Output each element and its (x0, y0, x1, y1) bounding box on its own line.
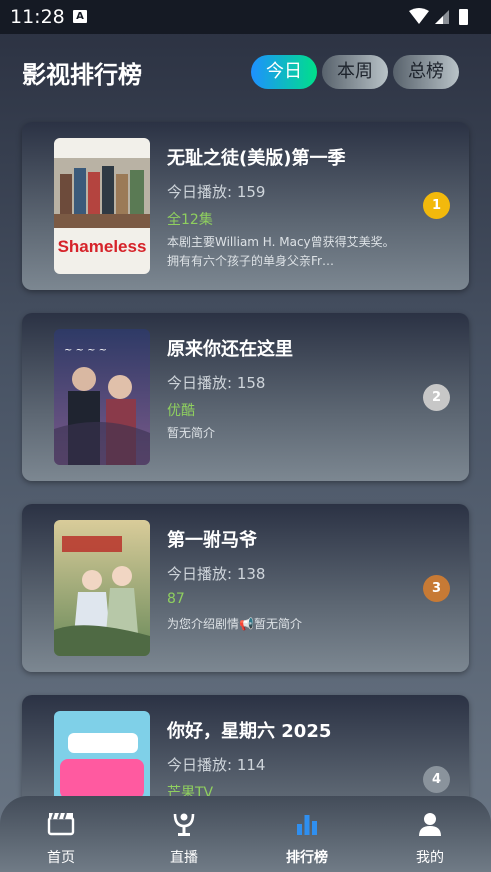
poster-image: ~ ~ ~ ~ (54, 329, 150, 465)
tab-all-time[interactable]: 总榜 (393, 55, 459, 89)
play-count-value: 159 (236, 183, 266, 201)
show-title: 你好，星期六 2025 (167, 721, 332, 742)
notification-icon: A (73, 10, 87, 23)
status-time: 11:28 (10, 6, 65, 28)
show-title: 原来你还在这里 (167, 339, 293, 360)
ranking-card[interactable]: Shameless 无耻之徒(美版)第一季 今日播放: 159 全12集 本剧主… (22, 122, 469, 290)
nav-live[interactable]: 直播 (124, 796, 244, 872)
show-description: 本剧主要William H. Macy曾获得艾美奖。 拥有有六个孩子的单身父亲F… (167, 235, 395, 268)
rank-badge: 3 (423, 575, 450, 602)
nav-label: 我的 (416, 850, 444, 866)
show-title: 无耻之徒(美版)第一季 (167, 148, 346, 169)
play-count: 今日播放: 158 (167, 372, 265, 393)
nav-label: 排行榜 (286, 850, 328, 866)
status-icons (407, 7, 483, 31)
ranking-card[interactable]: 第一驸马爷 今日播放: 138 87 为您介绍剧情📢暂无简介 3 (22, 504, 469, 672)
bar-chart-icon (297, 815, 317, 835)
nav-home[interactable]: 首页 (1, 796, 121, 872)
show-source: 87 (167, 591, 185, 607)
play-count-label: 今日播放: (167, 374, 237, 392)
show-source: 优酷 (167, 403, 195, 419)
nav-rankings[interactable]: 排行榜 (247, 796, 367, 872)
show-description: 暂无简介 (167, 426, 216, 440)
ranking-card[interactable]: ~ ~ ~ ~ 原来你还在这里 今日播放: 158 优酷 暂无简介 2 (22, 313, 469, 481)
play-count-label: 今日播放: (167, 565, 237, 583)
bottom-nav: 首页 直播 排行榜 我的 (0, 796, 491, 872)
wifi-signal-battery-icon (409, 8, 468, 25)
poster-title: Shameless (58, 237, 147, 256)
play-count: 今日播放: 114 (167, 754, 265, 775)
show-description: 为您介绍剧情📢暂无简介 (167, 617, 302, 631)
svg-text:~ ~ ~ ~: ~ ~ ~ ~ (64, 345, 107, 356)
page-title: 影视排行榜 (22, 61, 142, 89)
tab-this-week[interactable]: 本周 (322, 55, 388, 89)
nav-profile[interactable]: 我的 (370, 796, 490, 872)
tab-today[interactable]: 今日 (251, 55, 317, 89)
play-count-value: 114 (236, 756, 266, 774)
rank-badge: 1 (423, 192, 450, 219)
play-count-label: 今日播放: (167, 756, 237, 774)
nav-label: 直播 (170, 850, 198, 866)
play-count-value: 138 (236, 565, 266, 583)
poster-image (54, 520, 150, 656)
play-count-label: 今日播放: (167, 183, 237, 201)
clapperboard-icon (47, 812, 75, 836)
rank-badge: 2 (423, 384, 450, 411)
user-icon (419, 813, 441, 836)
nav-label: 首页 (47, 850, 75, 866)
play-count-value: 158 (236, 374, 266, 392)
rank-badge: 4 (423, 766, 450, 793)
status-bar: 11:28 A (0, 0, 491, 34)
broadcast-icon (173, 813, 195, 836)
play-count: 今日播放: 159 (167, 181, 265, 202)
show-title: 第一驸马爷 (167, 530, 257, 551)
poster-image: Shameless (54, 138, 150, 274)
show-source: 全12集 (167, 212, 213, 228)
play-count: 今日播放: 138 (167, 563, 265, 584)
